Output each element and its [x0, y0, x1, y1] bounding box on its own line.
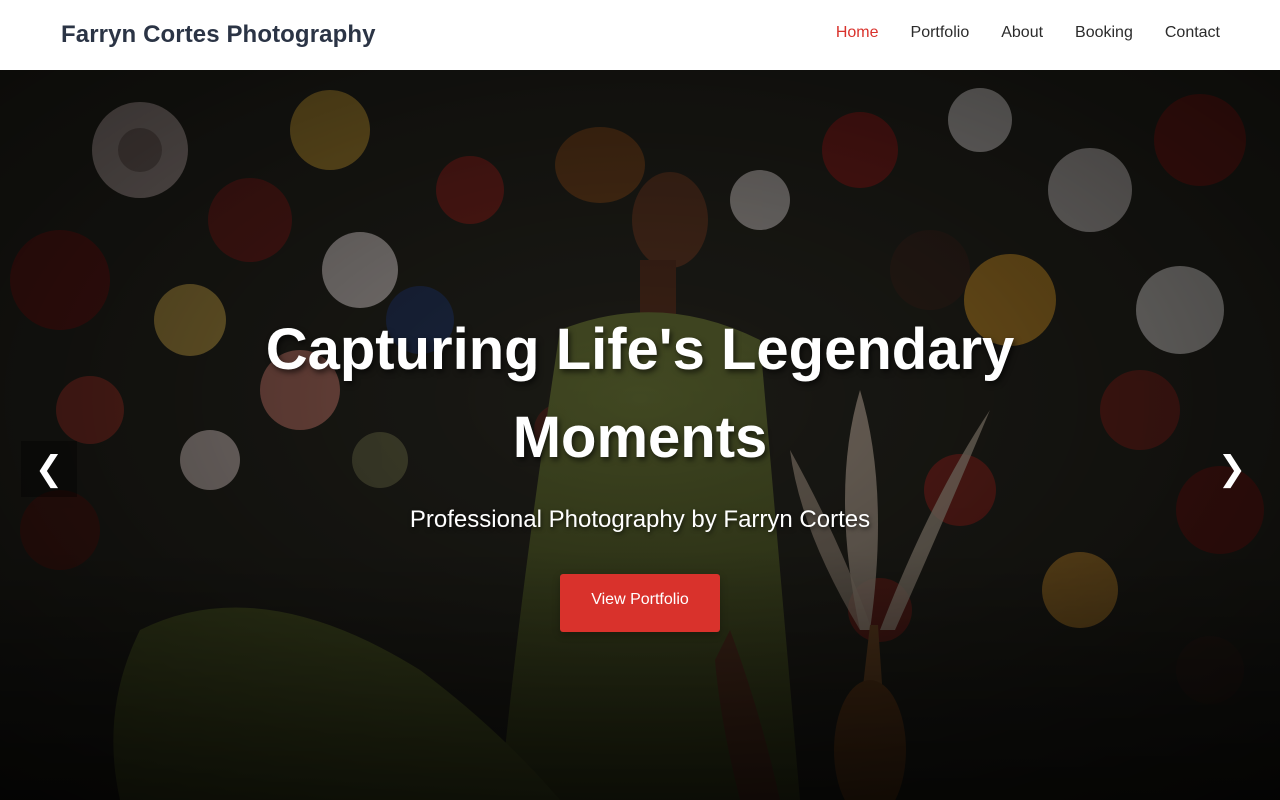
slider-prev-button[interactable]: ❮	[21, 441, 77, 497]
hero-subtitle: Professional Photography by Farryn Corte…	[409, 506, 871, 533]
nav-item-booking[interactable]: Booking	[1075, 24, 1133, 42]
hero-slider: Capturing Life's Legendary Moments Profe…	[0, 70, 1280, 800]
chevron-left-icon: ❮	[34, 449, 64, 489]
site-logo-text[interactable]: Farryn Cortes Photography	[61, 21, 376, 49]
view-portfolio-button[interactable]: View Portfolio	[560, 574, 720, 632]
nav-item-contact[interactable]: Contact	[1165, 24, 1220, 42]
chevron-right-icon: ❯	[1217, 449, 1247, 489]
nav-item-portfolio[interactable]: Portfolio	[911, 24, 970, 42]
main-nav: Home Portfolio About Booking Contact	[836, 24, 1220, 42]
nav-item-home[interactable]: Home	[836, 24, 879, 42]
site-header: Farryn Cortes Photography Home Portfolio…	[0, 0, 1280, 70]
hero-content: Capturing Life's Legendary Moments Profe…	[0, 70, 1280, 800]
nav-item-about[interactable]: About	[1001, 24, 1043, 42]
hero-title: Capturing Life's Legendary Moments	[265, 317, 1015, 470]
slider-next-button[interactable]: ❯	[1204, 441, 1260, 497]
